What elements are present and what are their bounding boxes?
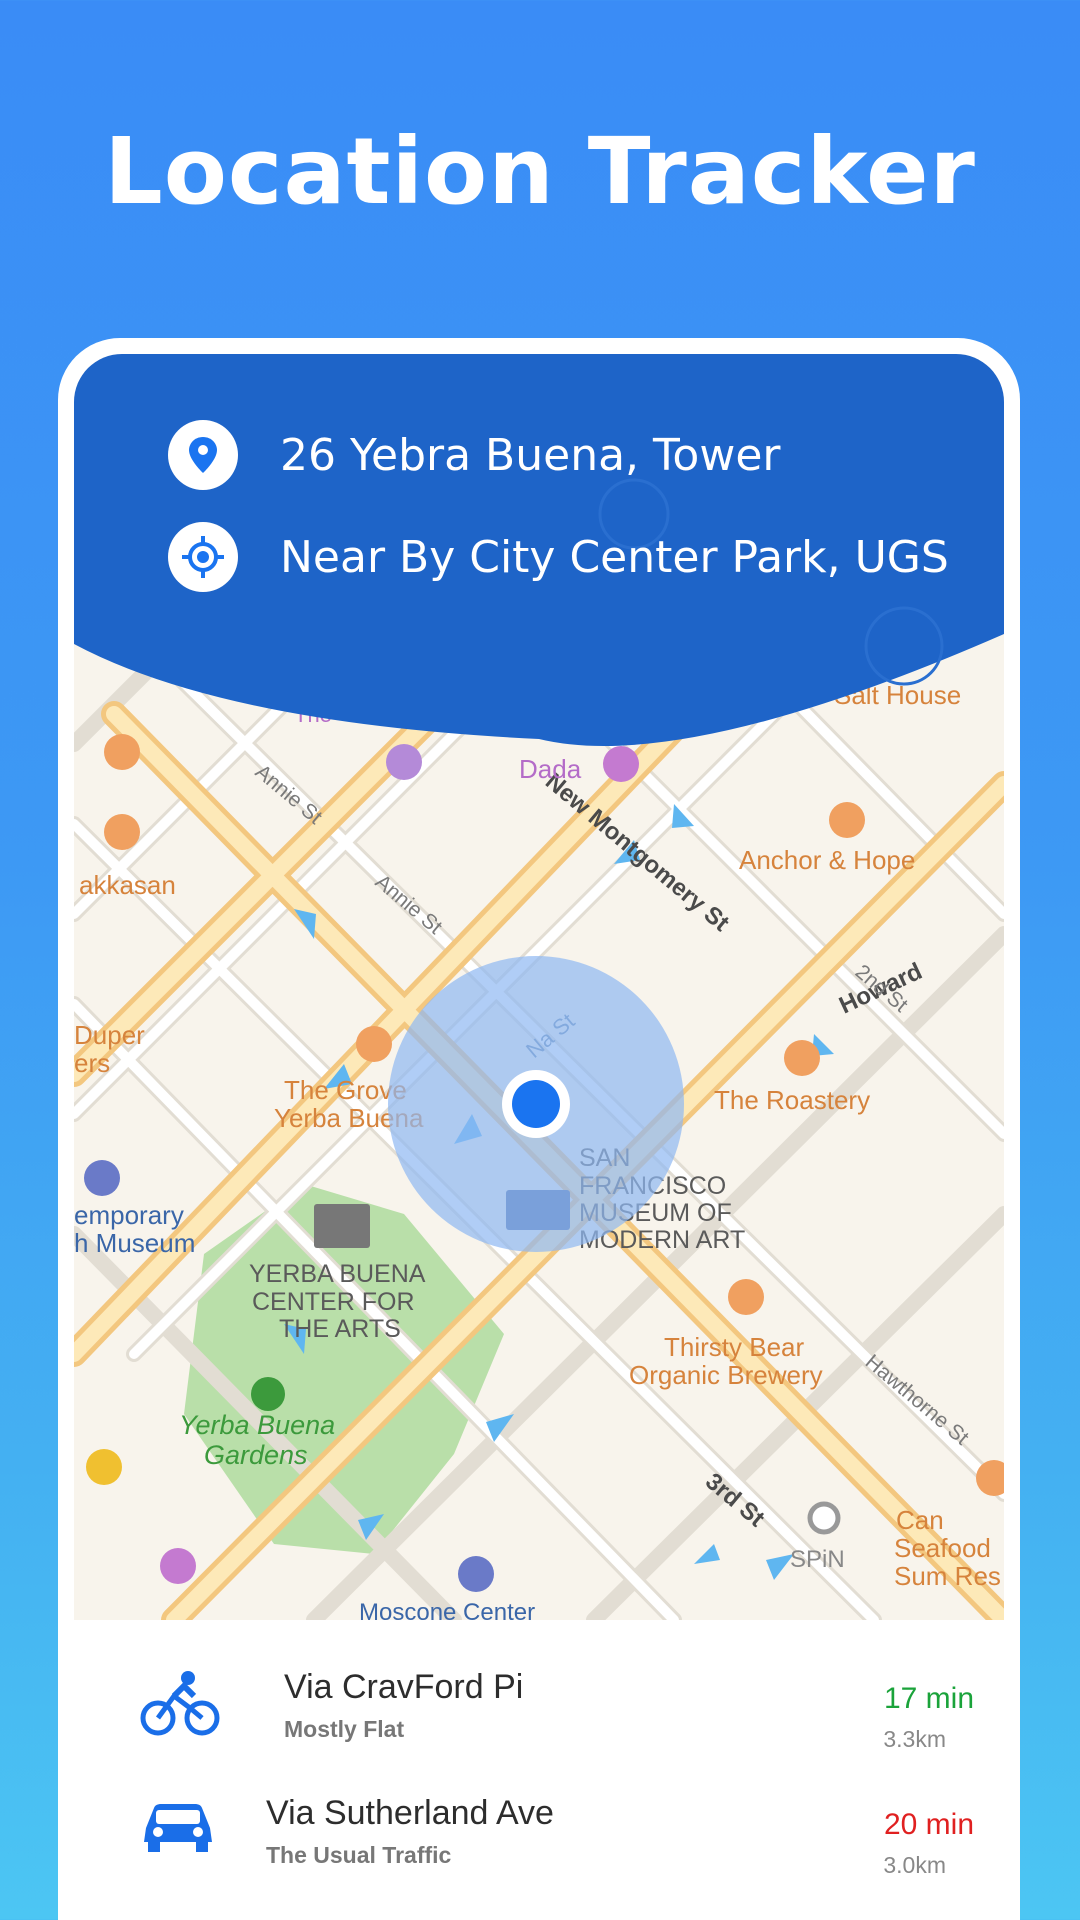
location-pin-icon bbox=[168, 420, 238, 490]
nearby-text: Near By City Center Park, UGS bbox=[280, 531, 949, 583]
venue-icon bbox=[458, 1556, 494, 1592]
place-organic-brewery: Organic Brewery bbox=[629, 1360, 823, 1390]
restaurant-icon bbox=[829, 802, 865, 838]
spin-icon bbox=[807, 1501, 841, 1535]
place-akkasan: akkasan bbox=[79, 870, 176, 900]
shopping-icon bbox=[86, 1449, 122, 1485]
place-yb-gardens-2: Gardens bbox=[204, 1440, 308, 1470]
cafe-icon bbox=[784, 1040, 820, 1076]
address-text: 26 Yebra Buena, Tower bbox=[280, 429, 781, 481]
bicycle-icon bbox=[140, 1671, 220, 1736]
route-option-car[interactable]: Via Sutherland Ave The Usual Traffic 20 … bbox=[58, 1786, 1020, 1906]
place-thirsty-bear: Thirsty Bear bbox=[664, 1332, 804, 1362]
place-yb-gardens-1: Yerba Buena bbox=[179, 1410, 335, 1440]
place-ybca-2: CENTER FOR bbox=[252, 1288, 415, 1316]
promo-title: Location Tracker bbox=[104, 118, 976, 225]
place-contemporary: emporary bbox=[74, 1200, 184, 1230]
place-can: Can bbox=[896, 1505, 944, 1535]
nearby-row[interactable]: Near By City Center Park, UGS bbox=[168, 522, 949, 592]
movie-icon bbox=[160, 1548, 196, 1584]
building-icon bbox=[314, 1204, 370, 1248]
place-dada: Dada bbox=[519, 754, 582, 784]
place-anchor-hope: Anchor & Hope bbox=[739, 845, 915, 875]
place-spin: SPiN bbox=[790, 1546, 845, 1573]
place-museum: h Museum bbox=[74, 1228, 195, 1258]
route-distance: 3.3km bbox=[883, 1726, 946, 1752]
museum-icon bbox=[84, 1160, 120, 1196]
address-row[interactable]: 26 Yebra Buena, Tower bbox=[168, 420, 780, 490]
route-option-bike[interactable]: Via CravFord Pi Mostly Flat 17 min 3.3km bbox=[58, 1660, 1020, 1780]
restaurant-icon bbox=[104, 814, 140, 850]
route-description: Mostly Flat bbox=[284, 1716, 405, 1742]
header-panel: 26 Yebra Buena, Tower Near By City Cente… bbox=[74, 354, 1004, 754]
place-ers: ers bbox=[74, 1048, 110, 1078]
cafe-icon bbox=[356, 1026, 392, 1062]
route-name: Via CravFord Pi bbox=[284, 1668, 524, 1706]
place-ybca-1: YERBA BUENA bbox=[249, 1260, 426, 1288]
place-sum-res: Sum Res bbox=[894, 1561, 1001, 1591]
tree-icon bbox=[251, 1377, 285, 1411]
crosshair-icon bbox=[168, 522, 238, 592]
beer-icon bbox=[728, 1279, 764, 1315]
place-moscone: Moscone Center bbox=[359, 1599, 535, 1620]
current-location-pin[interactable] bbox=[512, 1080, 560, 1128]
route-distance: 3.0km bbox=[883, 1852, 946, 1878]
place-seafood: Seafood bbox=[894, 1533, 991, 1563]
route-panel: Via CravFord Pi Mostly Flat 17 min 3.3km… bbox=[58, 1620, 1020, 1920]
route-description: The Usual Traffic bbox=[266, 1842, 452, 1868]
car-icon bbox=[144, 1804, 212, 1852]
place-duper: Duper bbox=[74, 1020, 145, 1050]
place-ybca-3: THE ARTS bbox=[279, 1315, 401, 1343]
route-time: 17 min bbox=[883, 1682, 974, 1715]
route-name: Via Sutherland Ave bbox=[266, 1794, 554, 1832]
route-time: 20 min bbox=[883, 1808, 974, 1841]
place-roastery: The Roastery bbox=[714, 1085, 870, 1115]
